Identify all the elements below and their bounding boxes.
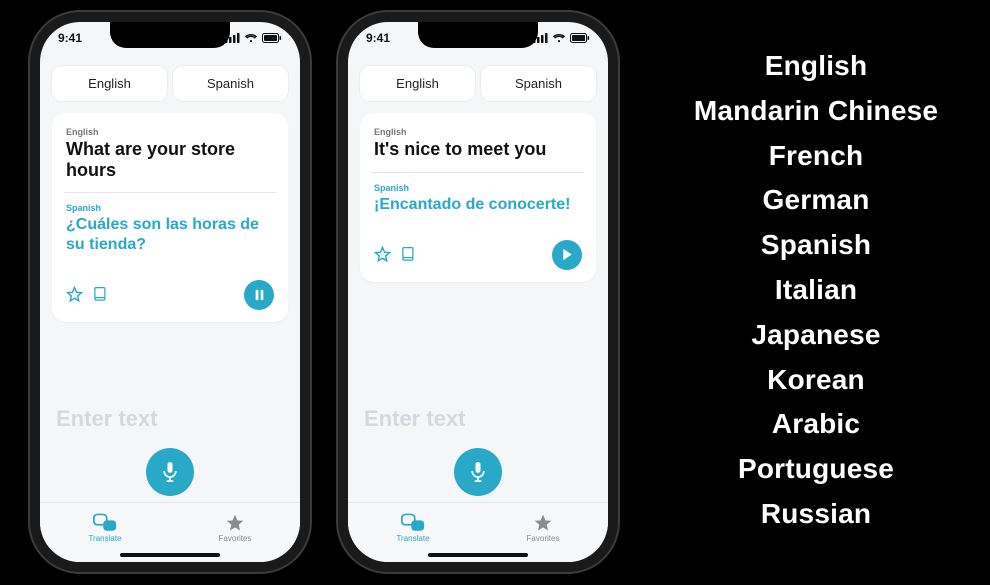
- language-button-source[interactable]: English: [360, 66, 475, 101]
- pause-button[interactable]: [244, 280, 274, 310]
- favorite-icon[interactable]: [66, 286, 83, 303]
- source-language-label: English: [374, 127, 582, 137]
- tab-label: Translate: [396, 534, 429, 543]
- battery-icon: [570, 33, 590, 43]
- list-item: German: [666, 178, 966, 223]
- microphone-button[interactable]: [146, 448, 194, 496]
- list-item: Mandarin Chinese: [666, 89, 966, 134]
- dictionary-icon[interactable]: [401, 246, 416, 263]
- list-item: Portuguese: [666, 447, 966, 492]
- phone-frame: 9:41 English Spanish English What are yo…: [40, 22, 300, 562]
- target-language-label: Spanish: [66, 203, 274, 213]
- input-placeholder: Enter text: [56, 406, 284, 432]
- microphone-button[interactable]: [454, 448, 502, 496]
- battery-icon: [262, 33, 282, 43]
- microphone-icon: [160, 460, 180, 484]
- wifi-icon: [244, 33, 258, 43]
- list-item: Spanish: [666, 223, 966, 268]
- status-right: [225, 33, 282, 43]
- screen: English Spanish English It's nice to mee…: [348, 22, 608, 562]
- tab-favorites[interactable]: Favorites: [478, 503, 608, 552]
- input-area[interactable]: Enter text: [348, 390, 608, 502]
- status-right: [533, 33, 590, 43]
- tab-translate[interactable]: Translate: [348, 503, 478, 552]
- target-language-label: Spanish: [374, 183, 582, 193]
- tab-label: Favorites: [527, 534, 560, 543]
- translation-card: English It's nice to meet you Spanish ¡E…: [360, 113, 596, 282]
- language-button-source[interactable]: English: [52, 66, 167, 101]
- list-item: Japanese: [666, 313, 966, 358]
- notch: [418, 22, 538, 48]
- favorites-tab-icon: [225, 513, 245, 533]
- list-item: Italian: [666, 268, 966, 313]
- tab-favorites[interactable]: Favorites: [170, 503, 300, 552]
- wifi-icon: [552, 33, 566, 43]
- translate-tab-icon: [401, 513, 425, 533]
- language-bar: English Spanish: [348, 56, 608, 109]
- microphone-icon: [468, 460, 488, 484]
- source-text: It's nice to meet you: [374, 139, 582, 160]
- supported-languages-list: English Mandarin Chinese French German S…: [666, 44, 966, 537]
- card-divider: [64, 192, 276, 193]
- list-item: French: [666, 134, 966, 179]
- notch: [110, 22, 230, 48]
- language-button-target[interactable]: Spanish: [173, 66, 288, 101]
- card-divider: [372, 172, 584, 173]
- favorites-tab-icon: [533, 513, 553, 533]
- dictionary-icon[interactable]: [93, 286, 108, 303]
- target-text: ¡Encantado de conocerte!: [374, 195, 582, 214]
- phone-frame: 9:41 English Spanish English It's nice t…: [348, 22, 608, 562]
- input-area[interactable]: Enter text: [40, 390, 300, 502]
- translate-tab-icon: [93, 513, 117, 533]
- source-text: What are your store hours: [66, 139, 274, 180]
- tab-translate[interactable]: Translate: [40, 503, 170, 552]
- card-actions: [374, 240, 582, 270]
- pause-icon: [254, 289, 265, 301]
- tab-label: Favorites: [219, 534, 252, 543]
- language-bar: English Spanish: [40, 56, 300, 109]
- screen: English Spanish English What are your st…: [40, 22, 300, 562]
- tab-label: Translate: [88, 534, 121, 543]
- status-time: 9:41: [58, 31, 82, 45]
- language-button-target[interactable]: Spanish: [481, 66, 596, 101]
- source-language-label: English: [66, 127, 274, 137]
- translation-card: English What are your store hours Spanis…: [52, 113, 288, 322]
- status-time: 9:41: [366, 31, 390, 45]
- input-placeholder: Enter text: [364, 406, 592, 432]
- list-item: Russian: [666, 492, 966, 537]
- list-item: English: [666, 44, 966, 89]
- target-text: ¿Cuáles son las horas de su tienda?: [66, 215, 274, 253]
- home-indicator[interactable]: [428, 553, 528, 557]
- card-actions: [66, 280, 274, 310]
- list-item: Korean: [666, 358, 966, 403]
- list-item: Arabic: [666, 402, 966, 447]
- home-indicator[interactable]: [120, 553, 220, 557]
- play-icon: [561, 248, 573, 261]
- play-button[interactable]: [552, 240, 582, 270]
- favorite-icon[interactable]: [374, 246, 391, 263]
